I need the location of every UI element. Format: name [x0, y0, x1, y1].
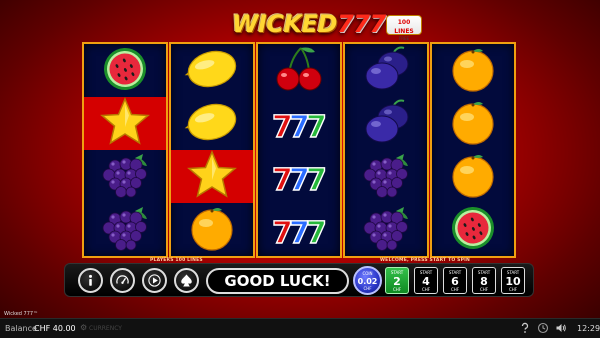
reel-cell — [345, 97, 427, 150]
plums-symbol — [355, 44, 417, 98]
message-display: GOOD LUCK! — [206, 268, 349, 294]
reel-cell — [171, 44, 253, 97]
logo-title: WICKED777 — [232, 10, 386, 38]
seven-symbol: 777 — [268, 203, 330, 257]
watermelon-symbol — [94, 44, 156, 98]
reels-area: 777 777 777 — [82, 42, 516, 258]
reel-cell — [84, 96, 166, 151]
svg-text:7: 7 — [306, 216, 327, 251]
reel-cell — [84, 150, 166, 203]
reel-cell: 777 — [258, 97, 340, 150]
orange-symbol — [181, 203, 243, 257]
speed-button[interactable] — [110, 268, 135, 293]
svg-text:7: 7 — [306, 163, 327, 198]
spade-icon — [181, 274, 192, 287]
reel-cell — [171, 203, 253, 256]
lemon-symbol — [181, 97, 243, 151]
reel-cell: 777 — [258, 203, 340, 256]
reel-cell — [432, 97, 514, 150]
reel-2 — [169, 42, 255, 258]
plums-symbol — [355, 97, 417, 151]
orange-symbol — [442, 97, 504, 151]
orange-symbol — [442, 150, 504, 204]
footer-bar: Balance CHF 40.00 ⚙ CURRENCY 12:29 — [0, 318, 600, 338]
help-icon[interactable] — [519, 322, 531, 334]
reel-cell: 777 — [258, 150, 340, 203]
star-symbol — [181, 149, 243, 204]
seven-symbol: 777 — [268, 150, 330, 204]
clock: 12:29 — [577, 324, 600, 333]
start-button-4[interactable]: START 4 CHF — [414, 267, 438, 294]
grapes-symbol — [94, 203, 156, 257]
game-stage: WICKED777 100 LINES FREE 777 777 777 PLA… — [0, 0, 600, 338]
grapes-symbol — [94, 150, 156, 204]
reel-cell — [432, 203, 514, 256]
reel-cell — [258, 44, 340, 97]
reel-cell — [171, 149, 253, 204]
currency-icon: ⚙ — [80, 323, 88, 332]
balance-label: Balance — [5, 324, 37, 333]
reel-cell — [84, 203, 166, 256]
reel-4 — [343, 42, 429, 258]
game-logo: WICKED777 100 LINES FREE — [232, 6, 422, 42]
reel-1 — [82, 42, 168, 258]
game-name-label: Wicked 777™ — [4, 311, 39, 317]
start-button-2[interactable]: START 2 CHF — [385, 267, 409, 294]
grapes-symbol — [355, 203, 417, 257]
svg-text:7: 7 — [306, 110, 327, 145]
sound-icon[interactable] — [555, 322, 567, 334]
start-button-8[interactable]: START 8 CHF — [472, 267, 496, 294]
watermelon-symbol — [442, 203, 504, 257]
autoplay-button[interactable] — [142, 268, 167, 293]
info-icon — [89, 274, 92, 286]
reel-cell — [432, 44, 514, 97]
reel-cell — [84, 44, 166, 97]
seven-symbol: 777 — [268, 97, 330, 151]
lemon-symbol — [181, 44, 243, 98]
history-icon[interactable] — [537, 322, 549, 334]
gamble-button[interactable] — [174, 268, 199, 293]
reel-5 — [430, 42, 516, 258]
star-symbol — [94, 96, 156, 151]
coin-value-button[interactable]: COIN 0.02 CHF — [353, 266, 382, 295]
reel-cell — [432, 150, 514, 203]
start-button-6[interactable]: START 6 CHF — [443, 267, 467, 294]
autoplay-icon — [148, 274, 161, 287]
balance-value: CHF 40.00 — [34, 324, 76, 333]
reel-3: 777 777 777 — [256, 42, 342, 258]
cherries-symbol — [268, 44, 330, 98]
grapes-symbol — [355, 150, 417, 204]
lines-badge: 100 LINES FREE — [386, 15, 422, 41]
reel-cell — [171, 97, 253, 150]
start-button-10[interactable]: START 10 CHF — [501, 267, 525, 294]
orange-symbol — [442, 44, 504, 98]
reel-cell — [345, 44, 427, 97]
info-button[interactable] — [78, 268, 103, 293]
reel-cell — [345, 203, 427, 256]
control-bar: GOOD LUCK! COIN 0.02 CHF START 2 CHF START 4… — [64, 263, 534, 297]
reel-cell — [345, 150, 427, 203]
speedometer-icon — [116, 275, 129, 284]
currency-label: CURRENCY — [89, 325, 122, 332]
